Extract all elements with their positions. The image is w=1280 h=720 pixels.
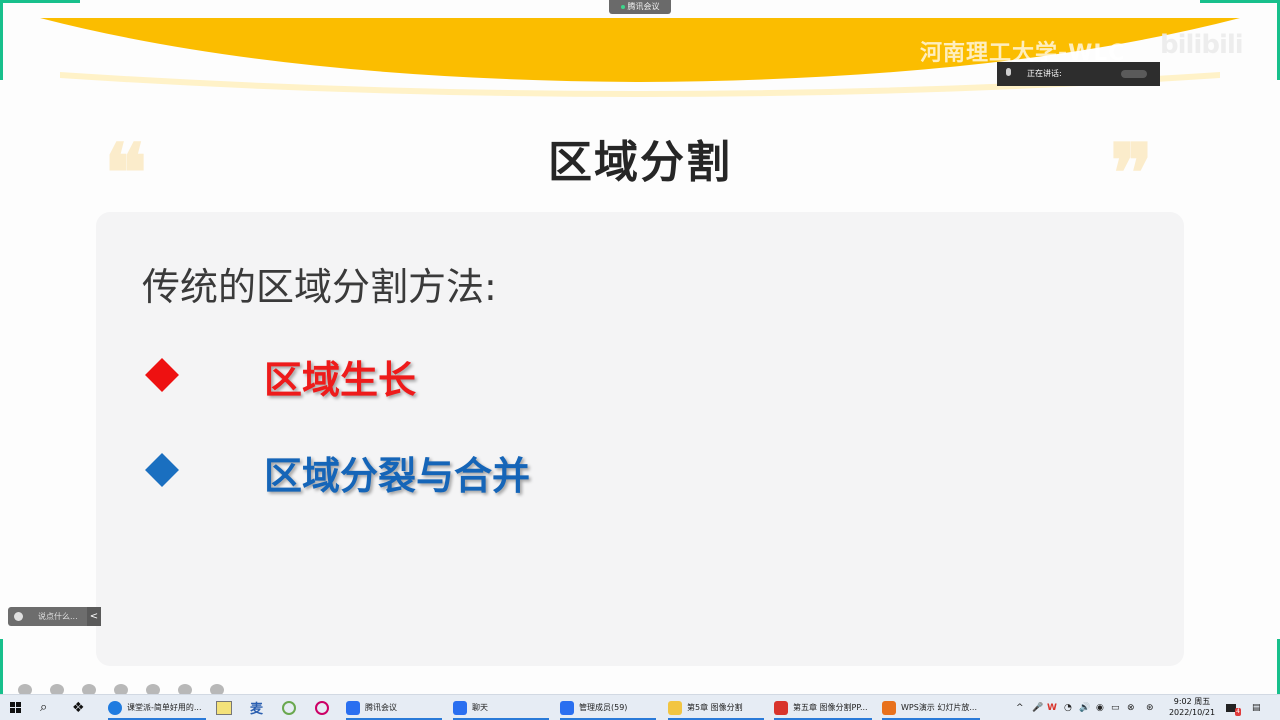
pinned-app-icon-2[interactable]: 麦 [250,695,263,720]
tencent-meeting-icon [453,700,467,715]
taskbar-app-label: 第5章 图像分割 [687,703,743,712]
list-item-region-growing: 区域生长 [264,358,417,402]
taskbar-app-members[interactable]: 管理成员(59) [560,695,656,720]
start-button[interactable] [10,695,21,720]
speaker-name-blurred [1121,70,1147,78]
tray-mic-icon[interactable]: 🎤 [1032,695,1043,720]
pinned-app-icon-4[interactable] [315,695,329,720]
taskbar-app-label: 课堂派-简单好用的... [127,703,202,712]
edge-browser-icon [108,700,122,715]
chat-placeholder: 说点什么... [38,612,78,621]
taskbar-app-wps-file[interactable]: 第五章 图像分割PP... [774,695,872,720]
chat-input-box[interactable]: 说点什么... < [8,607,101,626]
microphone-icon [1006,68,1011,76]
taskbar-app-label: 管理成员(59) [579,703,628,712]
notification-badge: 4 [1235,707,1241,716]
tray-security-icon[interactable]: ◉ [1096,695,1104,720]
folder-icon [668,700,682,715]
taskbar-app-label: 第五章 图像分割PP... [793,703,868,712]
tray-wifi-icon[interactable]: ◔ [1064,695,1072,720]
bilibili-logo: bilibili [1160,30,1244,60]
shared-screen: 腾讯会议 河南理工大学-WLC bilibili 正在讲话: ❝ ❞ 区域分割 … [0,0,1280,694]
system-clock[interactable]: 9:02 周五 2022/10/21 [1166,696,1218,718]
taskbar-app-chat[interactable]: 聊天 [453,695,549,720]
tray-overflow-icon[interactable]: ^ [1016,695,1024,720]
taskbar-app-label: 聊天 [472,703,488,712]
wps-presentation-icon [882,700,896,715]
list-item-split-merge: 区域分裂与合并 [264,454,531,498]
taskbar-app-badge-icon[interactable]: 4 [1226,695,1241,720]
tray-wps-icon[interactable]: W [1047,695,1057,720]
tray-app-icon[interactable]: ⊗ [1127,695,1135,720]
action-center-icon[interactable]: ▤ [1252,695,1261,720]
slide-title: 区域分割 [548,137,732,188]
windows-logo-icon [10,702,21,713]
meeting-status-pill[interactable]: 腾讯会议 [609,0,671,14]
slide-subtitle: 传统的区域分割方法: [142,265,497,309]
taskbar-app-label: 腾讯会议 [365,703,397,712]
meeting-pill-label: 腾讯会议 [627,2,660,11]
tray-battery-icon[interactable]: ▭ [1111,695,1120,720]
tray-app-icon-2[interactable]: ⊛ [1146,695,1154,720]
taskview-icon[interactable]: ❖ [72,695,85,720]
collapse-chat-button[interactable]: < [87,607,101,626]
connection-dot-icon [620,4,625,9]
taskbar-app-wps-slideshow[interactable]: WPS演示 幻灯片放... [882,695,980,720]
tray-volume-icon[interactable]: 🔊 [1079,695,1090,720]
clock-date: 2022/10/21 [1168,708,1216,717]
taskbar-app-classroom[interactable]: 课堂派-简单好用的... [108,695,206,720]
tencent-meeting-icon [346,700,360,715]
taskbar-app-label: WPS演示 幻灯片放... [901,703,977,712]
speaking-indicator: 正在讲话: [997,62,1160,86]
taskbar-app-tencent-meeting[interactable]: 腾讯会议 [346,695,442,720]
pinned-app-icon-1[interactable] [216,695,232,720]
speaking-label: 正在讲话: [1027,69,1062,78]
windows-taskbar: ⌕ ❖ 麦 课堂派-简单好用的... 腾讯会议 聊天 管理成员(59) 第5章 … [0,694,1280,720]
clock-time: 9:02 周五 [1173,697,1211,706]
wps-icon [774,700,788,715]
search-icon[interactable]: ⌕ [40,695,47,720]
taskbar-app-folder[interactable]: 第5章 图像分割 [668,695,764,720]
tencent-meeting-icon [560,700,574,715]
emoji-icon[interactable] [14,612,23,621]
share-border-bottom-left [0,639,3,694]
pinned-app-icon-3[interactable] [282,695,296,720]
